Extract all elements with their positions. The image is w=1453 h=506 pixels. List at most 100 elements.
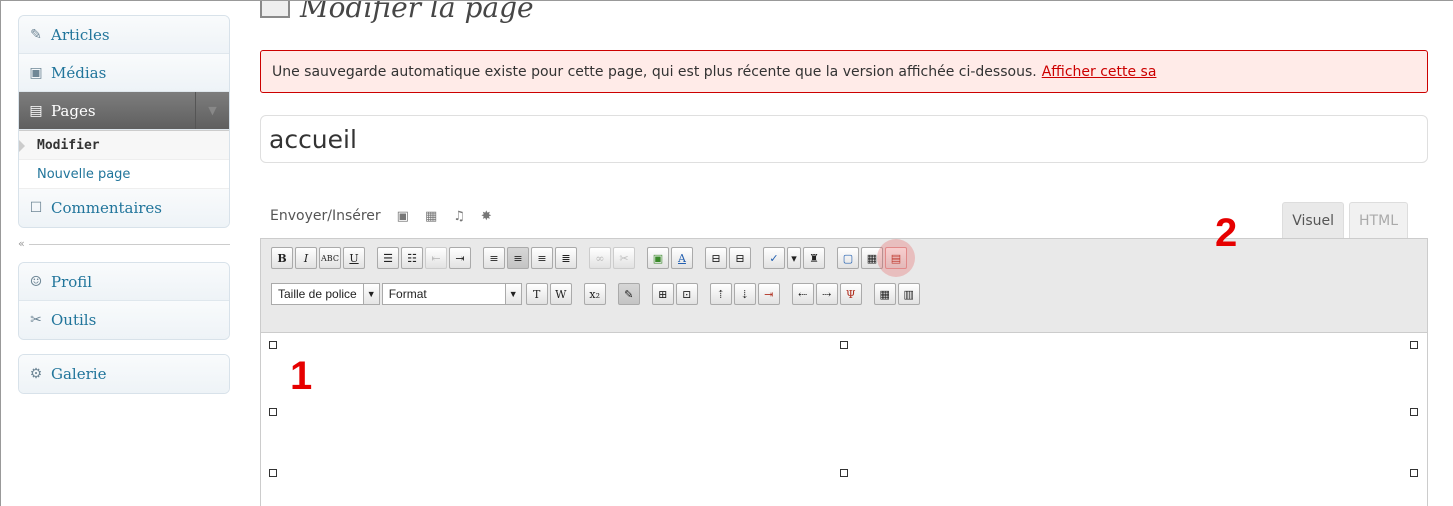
row-after-button[interactable]: ⇣ — [733, 283, 756, 305]
merge-cells-button[interactable]: ▦ — [873, 283, 896, 305]
app-frame: ✎ Articles ▣ Médias ▤ Pages ▼ Modifier N… — [0, 0, 1453, 506]
page-icon — [260, 1, 290, 18]
col-after-button[interactable]: ⇢ — [815, 283, 838, 305]
spellcheck-dropdown[interactable]: ▾ — [787, 247, 801, 269]
font-size-value: Taille de police — [278, 287, 357, 301]
insert-more-button[interactable]: ⊟ — [705, 247, 727, 269]
edit-attributes-button[interactable]: ✎ — [617, 283, 640, 305]
text-color-button[interactable]: A — [671, 247, 693, 269]
media-label: Envoyer/Insérer — [270, 208, 381, 224]
sidebar-item-label: Commentaires — [51, 199, 163, 217]
unlink-button[interactable]: ✂ — [613, 247, 635, 269]
sidebar-item-outils[interactable]: ✂ Outils — [19, 301, 229, 339]
submenu-item-nouvelle-page[interactable]: Nouvelle page — [19, 160, 229, 189]
format-select[interactable]: Format ▼ — [381, 283, 522, 305]
toolbar-row-1: B I ABC U ☰ ☷ ⇤ ⇥ ≡ ≡ ≡ ≣ ∞ ✂ ▣ A ⊟ ⊟ ✓ … — [271, 239, 1427, 277]
table-handle[interactable] — [269, 341, 277, 349]
video-upload-icon[interactable]: ▦ — [425, 209, 437, 224]
page-heading: Modifier la page — [260, 0, 534, 25]
sidebar-item-articles[interactable]: ✎ Articles — [19, 16, 229, 54]
table-handle[interactable] — [269, 408, 277, 416]
editor-tabs: Visuel HTML — [1277, 202, 1408, 238]
chevron-down-icon[interactable]: ▼ — [195, 92, 229, 129]
table-handle[interactable] — [840, 469, 848, 477]
admin-sidebar: ✎ Articles ▣ Médias ▤ Pages ▼ Modifier N… — [18, 15, 230, 394]
menu-group-users: ☺ Profil ✂ Outils — [18, 262, 230, 340]
insert-table-button[interactable]: ⊞ — [651, 283, 674, 305]
media-upload-icon[interactable]: ✸ — [481, 209, 492, 224]
sidebar-item-label: Pages — [51, 101, 96, 120]
table-handle[interactable] — [1410, 341, 1418, 349]
sidebar-item-commentaires[interactable]: ☐ Commentaires — [19, 189, 229, 227]
pin-icon: ✎ — [30, 26, 42, 43]
table-handle[interactable] — [840, 341, 848, 349]
tab-html[interactable]: HTML — [1349, 202, 1408, 238]
users-icon: ☺ — [29, 273, 43, 290]
underline-button[interactable]: U — [343, 247, 365, 269]
align-justify-button[interactable]: ≣ — [555, 247, 577, 269]
bullet-list-button[interactable]: ☰ — [377, 247, 399, 269]
strikethrough-button[interactable]: ABC — [319, 247, 341, 269]
page-title: Modifier la page — [300, 0, 534, 24]
view-autosave-link[interactable]: Afficher cette sa — [1042, 64, 1157, 80]
autosave-notice: Une sauvegarde automatique existe pour c… — [260, 50, 1428, 93]
paste-word-button[interactable]: W — [549, 283, 572, 305]
table-handle[interactable] — [1410, 469, 1418, 477]
collapse-menu-button[interactable]: « — [18, 237, 29, 250]
media-icon: ▣ — [29, 64, 43, 81]
submenu-item-modifier[interactable]: Modifier — [19, 131, 229, 160]
menu-separator: « — [18, 228, 230, 262]
align-left-button[interactable]: ≡ — [483, 247, 505, 269]
outdent-button[interactable]: ⇤ — [425, 247, 447, 269]
toolbar-row-2: Taille de police ▼ Format ▼ T W x₂ ✎ ⊞ ⊡… — [271, 279, 1427, 309]
chevron-down-icon: ▼ — [504, 284, 521, 304]
sidebar-item-medias[interactable]: ▣ Médias — [19, 54, 229, 92]
page-title-value: accueil — [269, 124, 357, 154]
sidebar-item-profil[interactable]: ☺ Profil — [19, 263, 229, 301]
spellcheck-button[interactable]: ✓ — [763, 247, 785, 269]
fullscreen-button[interactable]: ▢ — [837, 247, 859, 269]
indent-button[interactable]: ⇥ — [449, 247, 471, 269]
italic-button[interactable]: I — [295, 247, 317, 269]
delete-col-button[interactable]: Ψ — [839, 283, 862, 305]
split-cells-button[interactable]: ▥ — [897, 283, 920, 305]
sidebar-item-label: Outils — [51, 311, 97, 329]
paste-button[interactable]: ▤ — [877, 239, 915, 277]
table-props-button[interactable]: ⊡ — [675, 283, 698, 305]
tab-visual[interactable]: Visuel — [1282, 202, 1345, 238]
format-value: Format — [388, 287, 427, 301]
align-center-button[interactable]: ≡ — [507, 247, 529, 269]
sidebar-item-label: Articles — [51, 25, 110, 44]
insert-image-button[interactable]: ▣ — [647, 247, 669, 269]
find-replace-button[interactable]: ♜ — [803, 247, 825, 269]
page-break-button[interactable]: ⊟ — [729, 247, 751, 269]
audio-upload-icon[interactable]: ♫ — [453, 209, 465, 224]
paste-text-button[interactable]: T — [525, 283, 548, 305]
image-upload-icon[interactable]: ▣ — [397, 209, 409, 224]
sidebar-item-label: Galerie — [51, 365, 107, 383]
font-size-select[interactable]: Taille de police ▼ — [271, 283, 380, 305]
subscript-button[interactable]: x₂ — [583, 283, 606, 305]
tab-label: Visuel — [1292, 212, 1335, 229]
gear-icon: ⚙ — [29, 366, 43, 382]
sidebar-item-pages[interactable]: ▤ Pages ▼ — [19, 92, 229, 130]
notice-text: Une sauvegarde automatique existe pour c… — [272, 63, 1037, 80]
row-before-button[interactable]: ⇡ — [709, 283, 732, 305]
page-title-input[interactable]: accueil — [260, 115, 1428, 163]
sidebar-item-label: Médias — [51, 63, 107, 82]
comments-icon: ☐ — [29, 200, 43, 216]
insert-link-button[interactable]: ∞ — [589, 247, 611, 269]
table-handle[interactable] — [1410, 408, 1418, 416]
bold-button[interactable]: B — [271, 247, 293, 269]
numbered-list-button[interactable]: ☷ — [401, 247, 423, 269]
col-before-button[interactable]: ⇠ — [791, 283, 814, 305]
pages-icon: ▤ — [29, 102, 43, 119]
sidebar-item-galerie[interactable]: ⚙ Galerie — [19, 355, 229, 393]
table-handle[interactable] — [269, 469, 277, 477]
tools-icon: ✂ — [30, 312, 42, 328]
submenu-label: Modifier — [37, 137, 100, 153]
editor-toolbar: B I ABC U ☰ ☷ ⇤ ⇥ ≡ ≡ ≡ ≣ ∞ ✂ ▣ A ⊟ ⊟ ✓ … — [261, 239, 1427, 333]
delete-row-button[interactable]: ⇥ — [757, 283, 780, 305]
align-right-button[interactable]: ≡ — [531, 247, 553, 269]
menu-group-gallery: ⚙ Galerie — [18, 354, 230, 394]
